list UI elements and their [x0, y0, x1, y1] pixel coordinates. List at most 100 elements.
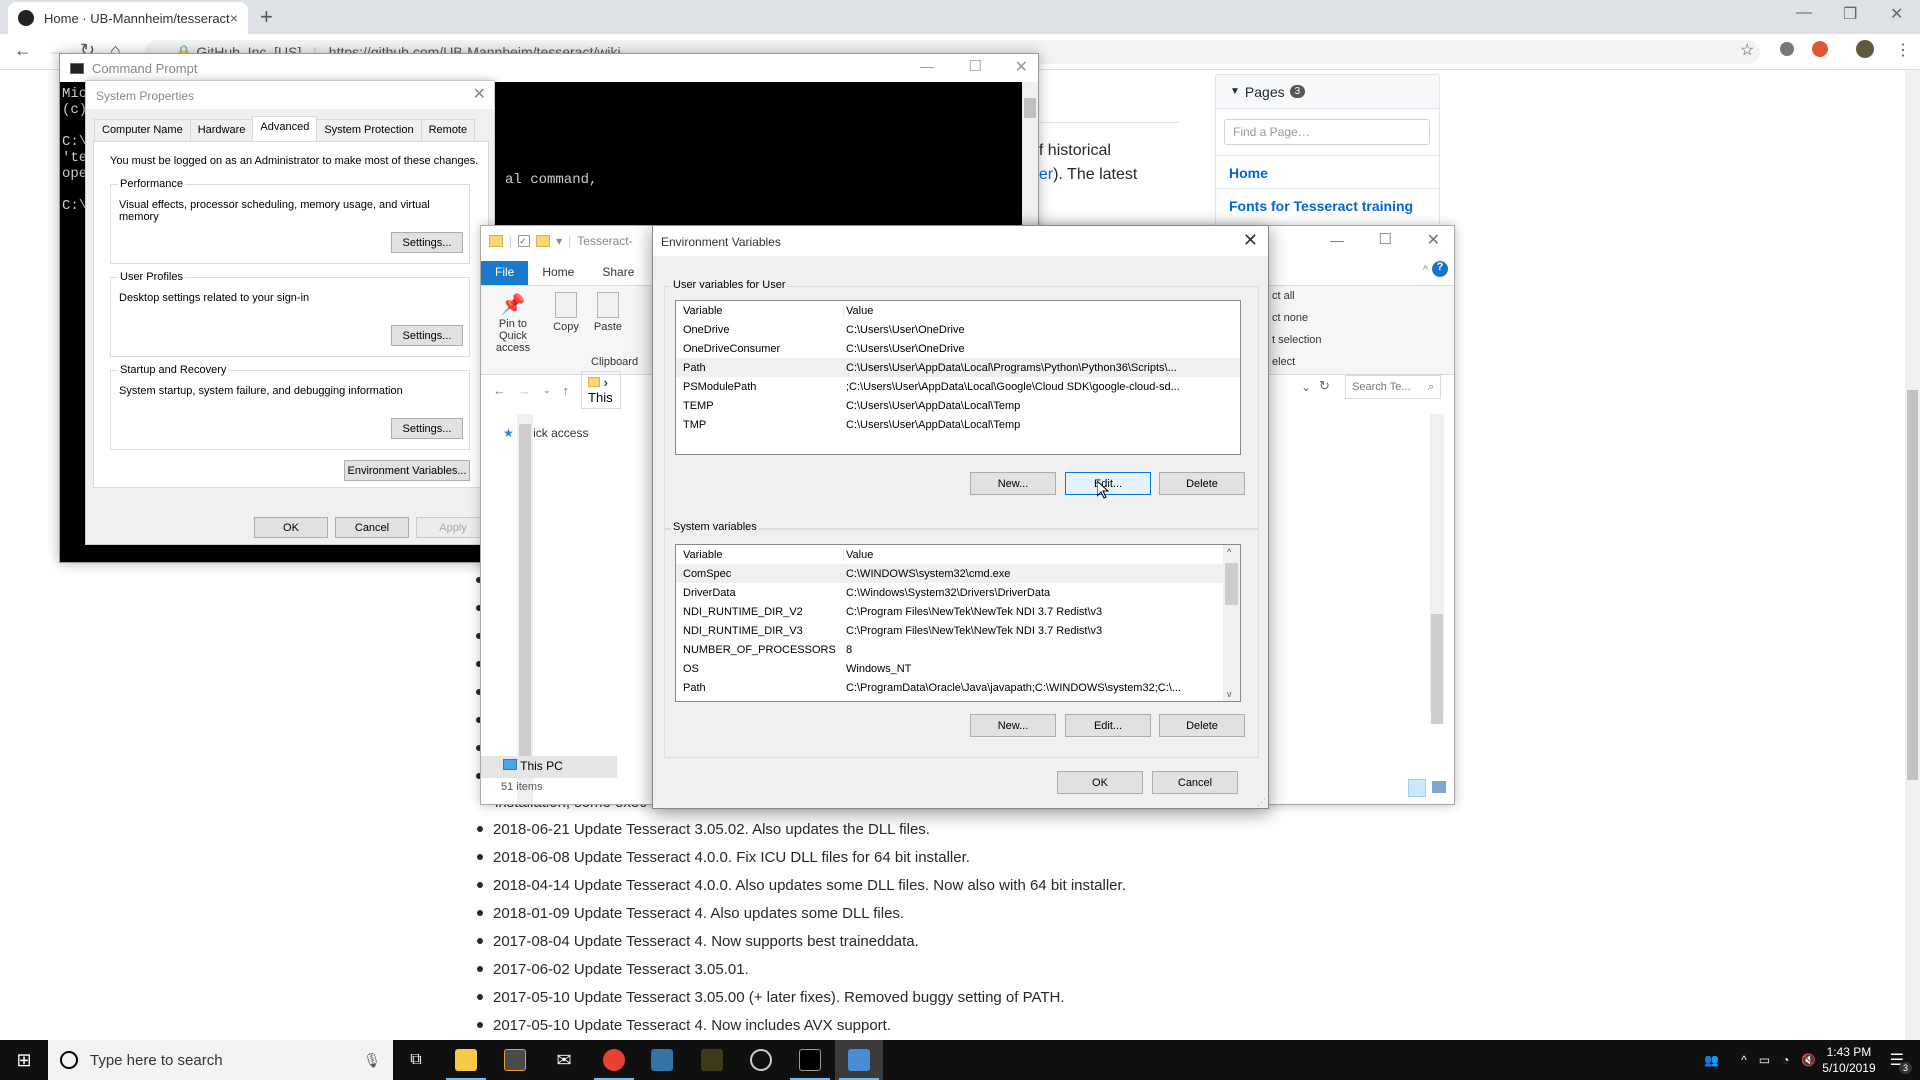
sysprop-apply-button[interactable]: Apply [416, 517, 490, 538]
tab-advanced[interactable]: Advanced [252, 116, 318, 141]
tab-remote[interactable]: Remote [420, 119, 476, 141]
nav-quick-access[interactable]: ★ Quick access [503, 426, 588, 440]
system-new-button[interactable]: New... [970, 714, 1056, 737]
duckduckgo-icon[interactable] [1812, 41, 1828, 57]
taskbar-search[interactable]: Type here to search 🎙 [48, 1040, 393, 1080]
address-bar[interactable]: › This [581, 371, 622, 409]
tab-system-protection[interactable]: System Protection [316, 119, 422, 141]
envvars-ok-button[interactable]: OK [1057, 771, 1143, 794]
invert-selection-button[interactable]: t selection [1272, 334, 1322, 346]
extension-icon[interactable] [1780, 42, 1794, 56]
restore-button[interactable]: ❐ [1843, 4, 1857, 24]
bookmark-star-icon[interactable]: ☆ [1740, 40, 1754, 60]
table-row[interactable]: OneDriveConsumer C:\Users\User\OneDrive [676, 339, 1240, 358]
copy-button[interactable]: Copy [549, 292, 583, 333]
taskbar-sublime[interactable] [491, 1040, 539, 1080]
envvars-close-button[interactable]: ✕ [1243, 230, 1258, 251]
up-icon[interactable]: ↑ [563, 383, 570, 398]
page-link-fonts[interactable]: Fonts for Tesseract training [1216, 188, 1439, 221]
explorer-close-button[interactable]: ✕ [1427, 230, 1440, 250]
user-delete-button[interactable]: Delete [1159, 472, 1245, 495]
recent-locations-icon[interactable]: ⌄ [543, 385, 551, 396]
close-button[interactable]: ✕ [1890, 4, 1903, 24]
select-none-button[interactable]: ct none [1272, 312, 1308, 324]
environment-variables-button[interactable]: Environment Variables... [344, 460, 470, 481]
table-row[interactable]: PSModulePath ;C:\Users\User\AppData\Local… [676, 377, 1240, 396]
table-row[interactable]: OS Windows_NT [676, 659, 1240, 678]
task-view-button[interactable]: ⧉ [392, 1040, 440, 1080]
new-folder-icon[interactable] [536, 235, 551, 247]
explorer-search-input[interactable]: Search Te... ⌕ [1345, 375, 1441, 399]
refresh-icon[interactable]: ↻ [1319, 378, 1330, 394]
back-icon[interactable]: ← [14, 40, 32, 61]
system-properties-dialog[interactable]: System Properties ✕ Computer Name Hardwa… [85, 80, 495, 545]
column-variable[interactable]: Variable [676, 548, 844, 561]
microphone-icon[interactable]: 🎙 [363, 1052, 381, 1069]
startup-settings-button[interactable]: Settings... [391, 418, 463, 439]
sysprop-close-button[interactable]: ✕ [473, 84, 486, 104]
people-icon[interactable]: 👥 [1704, 1053, 1719, 1067]
taskbar-cmd[interactable] [786, 1040, 834, 1080]
table-row[interactable]: DriverData C:\Windows\System32\Drivers\Dr… [676, 583, 1240, 602]
explorer-minimize-button[interactable]: — [1330, 232, 1344, 248]
profile-avatar[interactable] [1856, 40, 1874, 58]
user-variables-list[interactable]: Variable Value OneDrive C:\Users\User\One… [675, 300, 1241, 455]
taskbar-file-explorer[interactable] [442, 1040, 490, 1080]
new-tab-button[interactable]: + [260, 4, 273, 30]
forward-icon[interactable]: → [518, 383, 531, 398]
table-row-selected[interactable]: ComSpec C:\WINDOWS\system32\cmd.exe [676, 564, 1240, 583]
battery-icon[interactable]: ▭ [1759, 1053, 1770, 1067]
performance-settings-button[interactable]: Settings... [391, 232, 463, 253]
taskbar-python[interactable] [638, 1040, 686, 1080]
back-icon[interactable]: ← [493, 383, 506, 398]
taskbar-chrome[interactable] [590, 1040, 638, 1080]
table-row[interactable]: TEMP C:\Users\User\AppData\Local\Temp [676, 396, 1240, 415]
browser-tab[interactable]: Home · UB-Mannheim/tesseract × [8, 2, 248, 34]
sysprop-cancel-button[interactable]: Cancel [335, 517, 409, 538]
collapse-ribbon-icon[interactable]: ^ [1423, 264, 1428, 276]
large-icons-view-icon[interactable] [1432, 781, 1446, 793]
taskbar-mail[interactable]: ✉ [540, 1040, 588, 1080]
table-row-selected[interactable]: Path C:\Users\User\AppData\Local\Programs… [676, 358, 1240, 377]
scroll-down-icon[interactable]: v [1227, 689, 1232, 699]
table-row[interactable]: NUMBER_OF_PROCESSORS 8 [676, 640, 1240, 659]
find-page-input[interactable]: Find a Page… [1224, 119, 1430, 145]
environment-variables-dialog[interactable]: Environment Variables ✕ User variables f… [652, 225, 1269, 809]
sysprop-ok-button[interactable]: OK [254, 517, 328, 538]
tab-hardware[interactable]: Hardware [189, 119, 254, 141]
cmd-minimize-button[interactable]: — [920, 58, 934, 74]
table-row[interactable]: NDI_RUNTIME_DIR_V2 C:\Program Files\NewTe… [676, 602, 1240, 621]
wifi-icon[interactable]: ◔ [1782, 1053, 1789, 1067]
ribbon-tab-home[interactable]: Home [528, 261, 588, 285]
help-icon[interactable]: ? [1432, 261, 1448, 277]
nav-scrollbar[interactable] [517, 414, 533, 804]
tab-computer-name[interactable]: Computer Name [94, 119, 191, 141]
user-profiles-settings-button[interactable]: Settings... [391, 325, 463, 346]
page-link-home[interactable]: Home [1216, 155, 1439, 188]
column-variable[interactable]: Variable [676, 304, 844, 317]
pin-quick-access-button[interactable]: 📌 Pin to Quick access [485, 292, 541, 354]
column-value[interactable]: Value [844, 549, 1240, 561]
explorer-maximize-button[interactable]: ☐ [1379, 230, 1392, 248]
page-scroll-thumb[interactable] [1907, 390, 1918, 780]
quick-access-dropdown-icon[interactable]: ▾ [556, 234, 562, 248]
taskbar-system-properties[interactable] [835, 1040, 883, 1080]
address-dropdown-icon[interactable]: ⌄ [1301, 380, 1311, 394]
ribbon-tab-share[interactable]: Share [588, 261, 648, 285]
tab-close-button[interactable]: × [230, 10, 238, 26]
envvars-cancel-button[interactable]: Cancel [1152, 771, 1238, 794]
scroll-up-icon[interactable]: ^ [1227, 547, 1231, 557]
system-edit-button[interactable]: Edit... [1065, 714, 1151, 737]
menu-icon[interactable]: ⋮ [1895, 40, 1911, 60]
system-delete-button[interactable]: Delete [1159, 714, 1245, 737]
system-variables-list[interactable]: Variable Value ComSpec C:\WINDOWS\system3… [675, 544, 1241, 702]
details-view-icon[interactable] [1408, 779, 1426, 797]
table-row[interactable]: Path C:\ProgramData\Oracle\Java\javapath;… [676, 678, 1240, 697]
start-button[interactable]: ⊞ [0, 1040, 48, 1080]
resize-grip[interactable]: ⋰ [1257, 797, 1266, 808]
cmd-close-button[interactable]: ✕ [1015, 57, 1028, 77]
taskbar-obs[interactable] [737, 1040, 785, 1080]
cmd-maximize-button[interactable]: ☐ [969, 57, 982, 75]
ribbon-tab-file[interactable]: File [481, 261, 529, 285]
table-row[interactable]: NDI_RUNTIME_DIR_V3 C:\Program Files\NewTe… [676, 621, 1240, 640]
